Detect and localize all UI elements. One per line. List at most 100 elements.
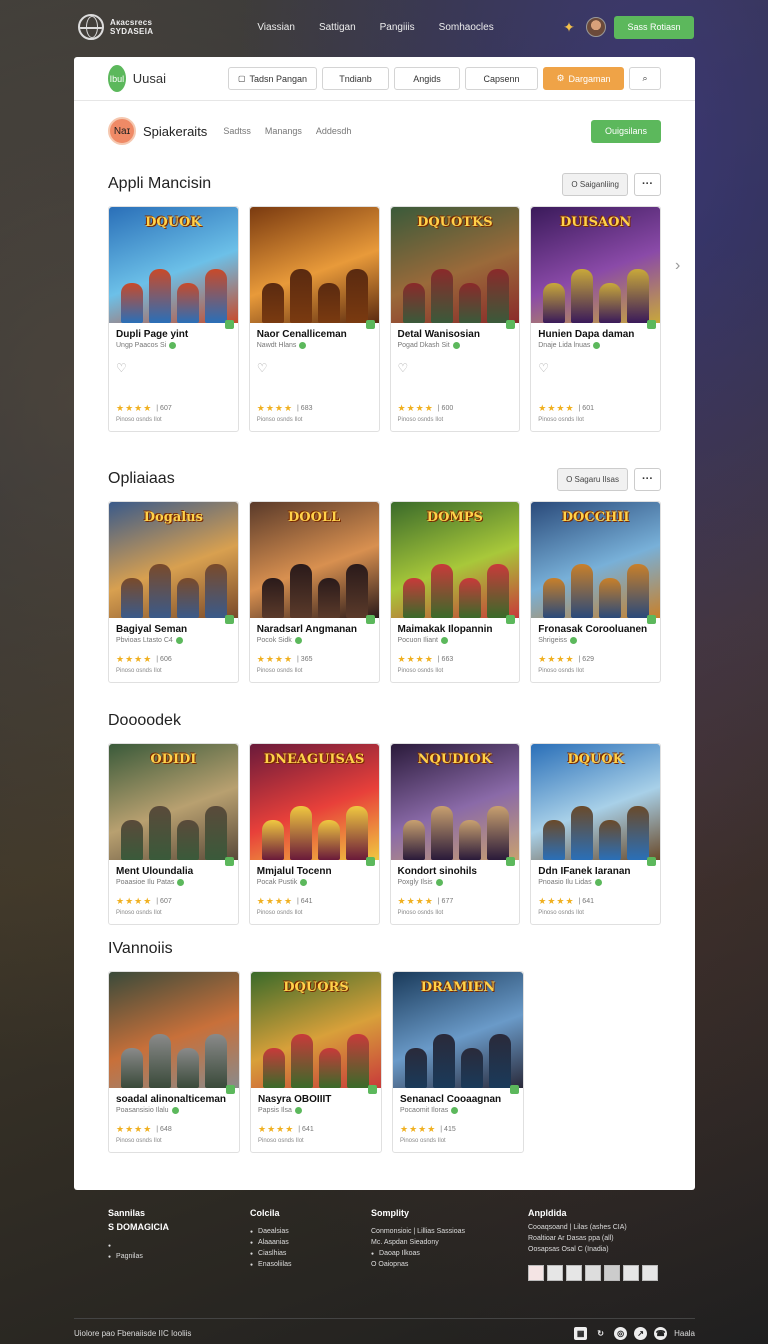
- footer-col2-item-4[interactable]: Enasoliilas: [250, 1261, 371, 1268]
- app-badge-icon[interactable]: [528, 1265, 544, 1281]
- app-badge-icon[interactable]: [585, 1265, 601, 1281]
- game-thumbnail[interactable]: Dogalus: [109, 502, 238, 618]
- footer-col3-item-2[interactable]: Mc. Aspdan Sieadony: [371, 1239, 528, 1246]
- footer-col2-item-3[interactable]: Ciaslhias: [250, 1250, 371, 1257]
- game-card[interactable]: DOCCHII Fronasak Corooluanen Shrigeiss ★…: [530, 501, 661, 683]
- top-cta-button[interactable]: Sass Rotiasn: [614, 15, 694, 39]
- game-title[interactable]: Mmjalul Tocenn: [257, 866, 372, 877]
- app-badge-icon[interactable]: [642, 1265, 658, 1281]
- bottom-right-label[interactable]: Haala: [674, 1329, 695, 1338]
- game-title[interactable]: Ment Uloundalia: [116, 866, 231, 877]
- game-thumbnail[interactable]: DQUORS: [251, 972, 381, 1088]
- nav-link-1[interactable]: Viassian: [257, 22, 295, 33]
- footer-col2-item-2[interactable]: Alaaanias: [250, 1239, 371, 1246]
- game-thumbnail[interactable]: NQUDIOK: [390, 744, 520, 860]
- footer-col2-item-1[interactable]: Daealsias: [250, 1228, 371, 1235]
- toolbar-button-4[interactable]: Capsenn: [465, 67, 538, 90]
- footer-col4-item-1[interactable]: Cooaqsoand | Lilas (ashes CIA): [528, 1224, 668, 1231]
- app-badge-icon[interactable]: [566, 1265, 582, 1281]
- sub-tab-2[interactable]: Manangs: [265, 126, 302, 136]
- sub-tab-3[interactable]: Addesdh: [316, 126, 352, 136]
- game-thumbnail[interactable]: [109, 972, 239, 1088]
- game-card[interactable]: DUISAON Hunien Dapa daman Dnaje Lida lnu…: [530, 206, 661, 432]
- brand[interactable]: Aкacsrecs SYDASEIA: [78, 14, 153, 40]
- game-title[interactable]: Naradsarl Angmanan: [257, 624, 372, 635]
- game-card[interactable]: DQUOK Dupli Page yint Ungp Paacos Si ♡ ★…: [108, 206, 239, 432]
- favorite-icon[interactable]: ♡: [538, 361, 653, 375]
- favorite-icon[interactable]: ♡: [398, 361, 513, 375]
- game-thumbnail[interactable]: DNEAGUISAS: [249, 744, 379, 860]
- toolbar-button-2[interactable]: Tndianb: [322, 67, 389, 90]
- sub-tab-1[interactable]: Sadtss: [223, 126, 251, 136]
- game-title[interactable]: Fronasak Corooluanen: [538, 624, 653, 635]
- game-card[interactable]: DOMPS Maimakak Ilopannin Pocuon Iliant ★…: [389, 501, 521, 683]
- nav-link-4[interactable]: Somhaocles: [439, 22, 494, 33]
- game-card[interactable]: DRAMIEN Senanacl Cooaagnan Pocaomit Ilor…: [392, 971, 524, 1153]
- refresh-icon[interactable]: ↻: [594, 1327, 607, 1340]
- game-card[interactable]: Dogalus Bagiyal Seman Pbvioas Ltasto C4 …: [108, 501, 239, 683]
- footer-col4-item-2[interactable]: Roaltioar Ar Dasas ppa (all): [528, 1235, 668, 1242]
- star-flag-icon[interactable]: ✦: [560, 18, 578, 36]
- footer-col1-item-1[interactable]: [108, 1242, 250, 1249]
- game-thumbnail[interactable]: DOMPS: [390, 502, 520, 618]
- character-figure: [121, 283, 143, 323]
- game-card[interactable]: DQUOTKS Detal Wanisosian Pogad Dkash Sit…: [389, 206, 521, 432]
- favorite-icon[interactable]: ♡: [116, 361, 231, 375]
- app-badge-icon[interactable]: [623, 1265, 639, 1281]
- section-filter-button[interactable]: O Saiganliing: [562, 172, 628, 196]
- game-title[interactable]: Bagiyal Seman: [116, 624, 231, 635]
- toolbar-button-primary[interactable]: ⚙ Dargaman: [543, 67, 624, 90]
- nav-link-3[interactable]: Pangiiis: [380, 22, 415, 33]
- game-title[interactable]: Detal Wanisosian: [398, 329, 513, 340]
- game-card[interactable]: DNEAGUISAS Mmjalul Tocenn Pocak Pustik ★…: [248, 743, 380, 925]
- toolbar-button-1[interactable]: ▢ Tadsn Pangan: [228, 67, 317, 90]
- chevron-right-icon[interactable]: ›: [675, 257, 680, 275]
- game-card[interactable]: Naor Cenalliceman Nawdt Hlans ♡ ★★★★ | 68…: [248, 206, 380, 432]
- game-title[interactable]: Dupli Page yint: [116, 329, 231, 340]
- game-thumbnail[interactable]: [249, 207, 379, 323]
- toolbar-button-3[interactable]: Angids: [394, 67, 460, 90]
- phone-icon[interactable]: ☎: [654, 1327, 668, 1340]
- game-title[interactable]: Maimakak Ilopannin: [398, 624, 513, 635]
- game-title[interactable]: Kondort sinohils: [398, 866, 513, 877]
- share-icon[interactable]: ↗: [634, 1327, 648, 1340]
- nav-link-2[interactable]: Sattigan: [319, 22, 356, 33]
- grid-icon[interactable]: ▦: [574, 1327, 588, 1340]
- more-icon[interactable]: ···: [634, 172, 661, 196]
- search-button[interactable]: ⌕: [629, 67, 661, 90]
- game-thumbnail[interactable]: DOCCHII: [531, 502, 660, 618]
- game-card[interactable]: DQUOK Ddn IFanek Iaranan Pnoasio Ilu Lid…: [530, 743, 661, 925]
- app-badge-icon[interactable]: [604, 1265, 620, 1281]
- app-badge-icon[interactable]: [547, 1265, 563, 1281]
- game-card[interactable]: NQUDIOK Kondort sinohils Poxgly Ilsis ★★…: [389, 743, 521, 925]
- game-thumbnail[interactable]: ODIDI: [109, 744, 238, 860]
- game-thumbnail[interactable]: DQUOTKS: [390, 207, 520, 323]
- section-filter-button[interactable]: O Sagaru Ilsas: [557, 467, 628, 491]
- game-card[interactable]: soadal alinonalticeman Poasansisio Ilalu…: [108, 971, 240, 1153]
- game-card[interactable]: DQUORS Nasyra OBOIIIT Papsis Ilsa ★★★★ | …: [250, 971, 382, 1153]
- footer-col3-item-3[interactable]: Daoap Ilkoas: [371, 1250, 528, 1257]
- game-card[interactable]: DOOLL Naradsarl Angmanan Pocok Sidk ★★★★…: [248, 501, 380, 683]
- game-thumbnail[interactable]: DRAMIEN: [393, 972, 523, 1088]
- game-title[interactable]: Ddn IFanek Iaranan: [538, 866, 653, 877]
- chat-icon[interactable]: ◎: [614, 1327, 628, 1340]
- favorite-icon[interactable]: ♡: [257, 361, 372, 375]
- user-avatar[interactable]: [586, 17, 606, 37]
- footer-col3-item-4[interactable]: O Oaiopnas: [371, 1261, 528, 1268]
- game-thumbnail[interactable]: DOOLL: [249, 502, 379, 618]
- more-icon[interactable]: ···: [634, 467, 661, 491]
- game-thumbnail[interactable]: DUISAON: [531, 207, 660, 323]
- game-thumbnail[interactable]: DQUOK: [531, 744, 660, 860]
- game-thumbnail[interactable]: DQUOK: [109, 207, 238, 323]
- subheader-action-button[interactable]: Ouigsilans: [591, 119, 661, 143]
- game-title[interactable]: soadal alinonalticeman: [116, 1094, 232, 1105]
- game-title[interactable]: Nasyra OBOIIIT: [258, 1094, 374, 1105]
- game-title[interactable]: Senanacl Cooaagnan: [400, 1094, 516, 1105]
- game-title[interactable]: Naor Cenalliceman: [257, 329, 372, 340]
- footer-col1-item-2[interactable]: Pagnilas: [108, 1253, 250, 1260]
- game-card[interactable]: ODIDI Ment Uloundalia Poaasioe Ilu Patas…: [108, 743, 239, 925]
- game-title[interactable]: Hunien Dapa daman: [538, 329, 653, 340]
- footer-col3-item-1[interactable]: Conmonsioic | Lillias Sassioas: [371, 1228, 528, 1235]
- footer-col4-item-3[interactable]: Oosapsas Osal C (Inadia): [528, 1246, 668, 1253]
- profile-avatar[interactable]: Naɪ: [108, 117, 136, 145]
